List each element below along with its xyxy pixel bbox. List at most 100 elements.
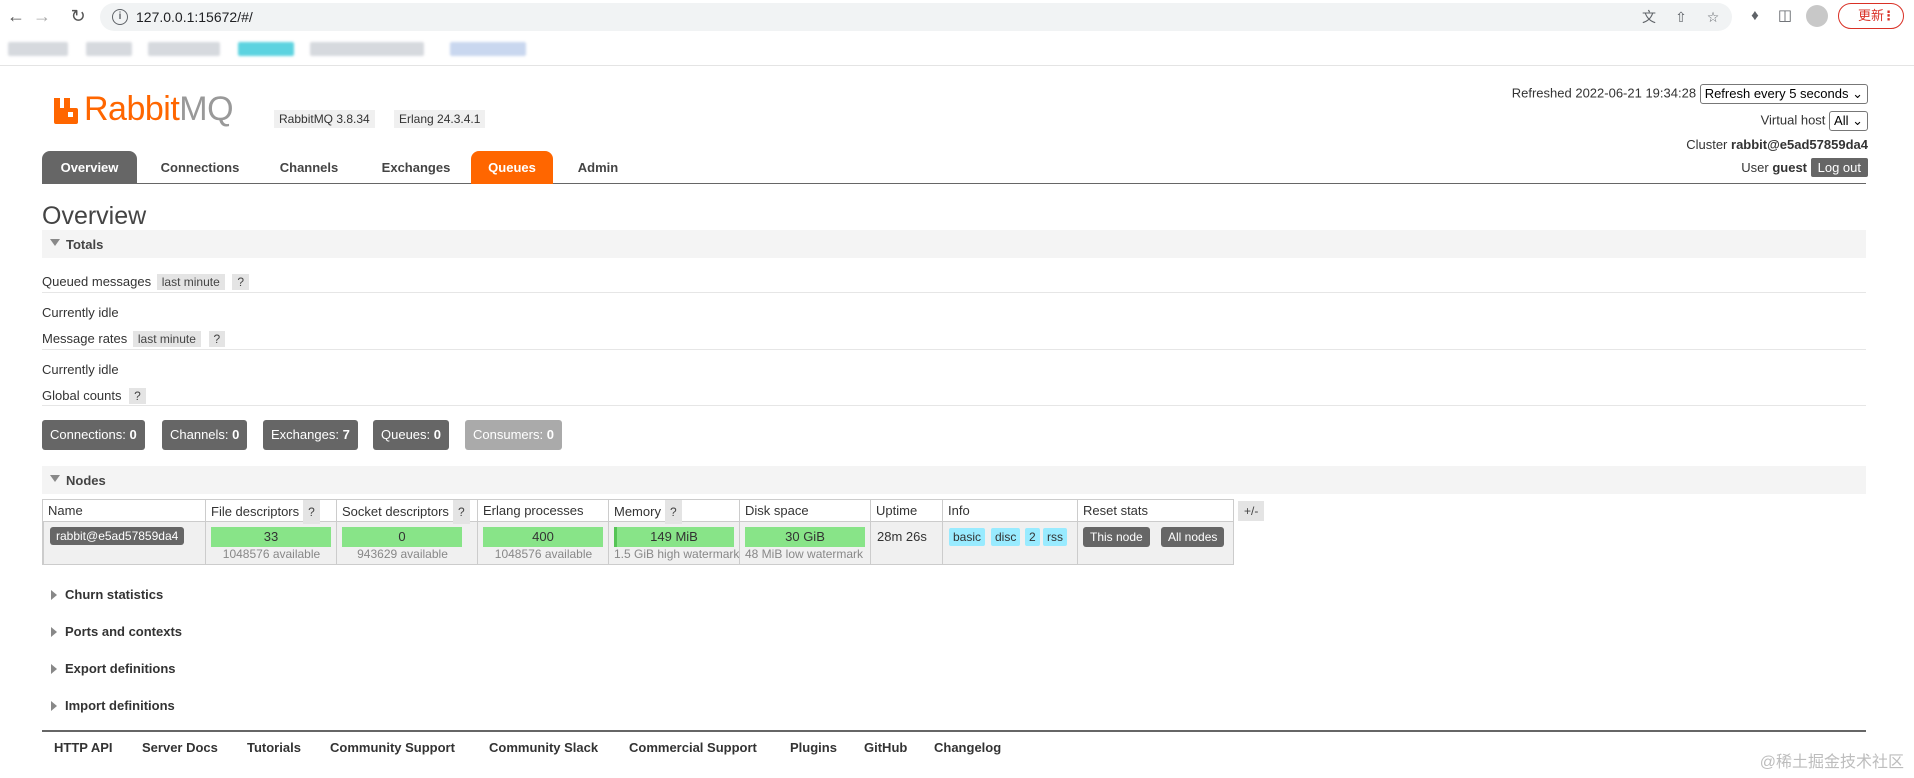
help-icon[interactable]: ? (129, 388, 146, 404)
cluster-name: rabbit@e5ad57859da4 (1731, 137, 1868, 152)
consumers-count-button[interactable]: Consumers: 0 (465, 420, 562, 450)
help-icon[interactable]: ? (452, 500, 470, 524)
rabbitmq-logo-icon (54, 98, 78, 124)
queued-range-selector[interactable]: last minute (156, 274, 225, 290)
toggle-columns-button[interactable]: +/- (1238, 501, 1265, 521)
node-name-link[interactable]: rabbit@e5ad57859da4 (50, 527, 185, 545)
erlang-processes-cell: 400 1048576 available (477, 522, 608, 564)
socket-descriptors-bar: 0 (342, 527, 462, 547)
refreshed-label: Refreshed 2022-06-21 19:34:28 (1511, 85, 1697, 101)
column-header: Memory? (608, 500, 739, 524)
footer: HTTP API Server Docs Tutorials Community… (42, 730, 1866, 764)
footer-link-tutorials[interactable]: Tutorials (247, 740, 301, 755)
queues-count-button[interactable]: Queues: 0 (373, 420, 450, 450)
refresh-interval-select[interactable]: Refresh every 5 seconds ⌄ (1699, 84, 1868, 104)
bookmark-item[interactable] (450, 42, 526, 56)
browser-chrome: ← → ↻ i 127.0.0.1:15672/#/ 文 ⇧ ☆ ♦ ◫ 更新 ⋮ (0, 0, 1914, 66)
reload-icon[interactable]: ↻ (66, 4, 90, 28)
side-panel-icon[interactable]: ◫ (1774, 5, 1796, 27)
file-descriptors-bar: 33 (211, 527, 331, 547)
erlang-version: Erlang 24.3.4.1 (394, 110, 486, 128)
extensions-icon[interactable]: ♦ (1744, 5, 1766, 27)
bookmark-item[interactable] (310, 42, 424, 56)
cluster-row: Cluster rabbit@e5ad57859da4 (1686, 137, 1868, 152)
collapse-triangle-icon (50, 239, 60, 246)
tab-admin[interactable]: Admin (561, 151, 635, 184)
expand-triangle-icon (51, 663, 57, 674)
nodes-table: Name File descriptors? Socket descriptor… (42, 499, 1234, 565)
help-icon[interactable]: ? (303, 500, 320, 524)
url-text[interactable]: 127.0.0.1:15672/#/ (136, 9, 253, 25)
info-icon[interactable]: i (112, 9, 128, 25)
main-tabs: Overview Connections Channels Exchanges … (42, 151, 1866, 184)
nodes-section-header[interactable]: Nodes (42, 466, 1866, 494)
socket-descriptors-cell: 0 943629 available (336, 522, 477, 564)
help-icon[interactable]: ? (664, 500, 682, 524)
info-cell: basic disc 2 rss (942, 522, 1077, 564)
footer-link-server-docs[interactable]: Server Docs (142, 740, 218, 755)
rates-range-selector[interactable]: last minute (132, 331, 201, 347)
page-title: Overview (42, 202, 147, 230)
divider (42, 405, 1866, 406)
connections-count-button[interactable]: Connections: 0 (42, 420, 145, 450)
footer-link-community-slack[interactable]: Community Slack (489, 740, 598, 755)
footer-link-plugins[interactable]: Plugins (790, 740, 837, 755)
disk-space-cell: 30 GiB 48 MiB low watermark (739, 522, 870, 564)
bookmark-item[interactable] (238, 42, 294, 56)
export-definitions-section[interactable]: Export definitions (42, 661, 176, 676)
footer-link-commercial-support[interactable]: Commercial Support (629, 740, 757, 755)
back-icon[interactable]: ← (4, 4, 28, 28)
memory-bar: 149 MiB (614, 527, 734, 547)
vhost-select[interactable]: All ⌄ (1829, 111, 1868, 131)
footer-link-http-api[interactable]: HTTP API (54, 740, 113, 755)
ports-contexts-section[interactable]: Ports and contexts (42, 624, 182, 639)
refresh-row: Refreshed 2022-06-21 19:34:28 Refresh ev… (1512, 84, 1868, 104)
help-icon[interactable]: ? (208, 331, 226, 347)
memory-used-marker (614, 527, 617, 547)
info-tag-count: 2 (1025, 528, 1040, 546)
footer-link-github[interactable]: GitHub (864, 740, 907, 755)
watermark: @稀土掘金技术社区 (1759, 754, 1904, 771)
vhost-row: Virtual host All ⌄ (1761, 111, 1868, 131)
tab-channels[interactable]: Channels (263, 151, 355, 184)
totals-section-header[interactable]: Totals (42, 230, 1866, 258)
tab-connections[interactable]: Connections (145, 151, 255, 184)
profile-avatar[interactable] (1806, 5, 1828, 27)
import-definitions-section[interactable]: Import definitions (42, 698, 175, 713)
tab-overview[interactable]: Overview (42, 151, 137, 184)
column-header: Disk space (739, 500, 870, 522)
footer-link-changelog[interactable]: Changelog (934, 740, 1001, 755)
forward-icon[interactable]: → (30, 4, 54, 28)
queued-messages-status: Currently idle (42, 305, 119, 320)
tab-queues[interactable]: Queues (471, 151, 553, 184)
cluster-label: Cluster (1686, 137, 1728, 152)
info-tag-disc: disc (991, 528, 1021, 546)
expand-triangle-icon (51, 700, 57, 711)
translate-icon[interactable]: 文 (1640, 8, 1658, 26)
bookmark-item[interactable] (148, 42, 220, 56)
disk-low-watermark: 48 MiB low watermark (745, 547, 864, 561)
global-counts-row: Global counts ? (42, 388, 146, 404)
share-icon[interactable]: ⇧ (1672, 8, 1690, 26)
divider (42, 292, 1866, 293)
erlang-processes-available: 1048576 available (494, 547, 593, 561)
uptime-value: 28m 26s (877, 529, 927, 544)
churn-statistics-section[interactable]: Churn statistics (42, 587, 163, 602)
bookmark-item[interactable] (8, 42, 68, 56)
channels-count-button[interactable]: Channels: 0 (162, 420, 248, 450)
reset-all-nodes-button[interactable]: All nodes (1161, 527, 1225, 547)
nodes-title: Nodes (66, 473, 106, 488)
footer-link-community-support[interactable]: Community Support (330, 740, 455, 755)
uptime-cell: 28m 26s (870, 522, 942, 564)
update-button[interactable]: 更新 ⋮ (1838, 3, 1904, 29)
column-header: Socket descriptors? (336, 500, 477, 524)
tab-exchanges[interactable]: Exchanges (363, 151, 469, 184)
info-tag-basic: basic (949, 528, 986, 546)
address-bar[interactable]: i 127.0.0.1:15672/#/ 文 ⇧ ☆ (100, 3, 1732, 31)
expand-triangle-icon (51, 589, 57, 600)
bookmark-item[interactable] (86, 42, 132, 56)
bookmark-star-icon[interactable]: ☆ (1704, 8, 1722, 26)
help-icon[interactable]: ? (232, 274, 250, 290)
reset-this-node-button[interactable]: This node (1083, 527, 1150, 547)
exchanges-count-button[interactable]: Exchanges: 7 (263, 420, 358, 450)
